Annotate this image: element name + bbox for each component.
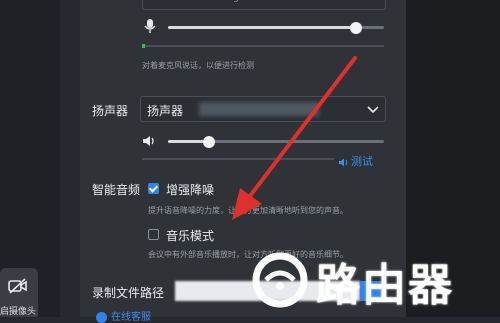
redacted-device-name bbox=[199, 102, 319, 116]
speaker-volume-thumb[interactable] bbox=[203, 136, 216, 148]
mic-hint: 对着麦克风说话，以便进行检测 bbox=[142, 61, 254, 70]
speaker-select[interactable]: 扬声器 bbox=[140, 96, 386, 122]
speaker-level-meter bbox=[142, 158, 334, 160]
speaker-label: 扬声器 bbox=[92, 104, 129, 118]
watermark-text: 路由器 bbox=[316, 260, 454, 311]
camera-label: 启摄像头 bbox=[0, 307, 37, 317]
online-service-label: 在线客服 bbox=[111, 312, 151, 323]
microphone-icon bbox=[144, 19, 156, 33]
record-path-label: 录制文件路径 bbox=[92, 286, 165, 300]
left-pane: 启摄像头 bbox=[0, 0, 60, 317]
mic-volume-fill bbox=[168, 26, 356, 29]
noise-suppression-hint: 提升语音降噪的力度，让对方更加清晰地听到您的声音。 bbox=[148, 206, 348, 215]
camera-off-icon bbox=[8, 278, 27, 294]
microphone-select[interactable]: g bbox=[142, 0, 386, 10]
mic-level-meter bbox=[142, 45, 384, 47]
speaker-icon bbox=[143, 136, 154, 146]
noise-suppression-checkbox[interactable] bbox=[148, 183, 159, 194]
music-mode-label: 音乐模式 bbox=[166, 229, 215, 243]
online-service-link[interactable]: 在线客服 bbox=[96, 308, 151, 323]
speaker-test-button[interactable]: 测试 bbox=[339, 153, 373, 169]
microphone-select-value: g bbox=[233, 0, 239, 3]
headset-icon bbox=[96, 311, 107, 323]
smart-audio-label: 智能音频 bbox=[92, 183, 141, 197]
music-mode-checkbox[interactable] bbox=[148, 229, 159, 240]
chevron-down-icon bbox=[367, 106, 379, 114]
speaker-select-value: 扬声器 bbox=[147, 104, 184, 118]
mic-level-indicator bbox=[142, 44, 145, 48]
noise-suppression-label: 增强降噪 bbox=[166, 183, 215, 197]
mic-volume-thumb[interactable] bbox=[349, 22, 362, 34]
speaker-test-icon bbox=[339, 158, 348, 166]
speaker-test-label: 测试 bbox=[351, 155, 373, 168]
